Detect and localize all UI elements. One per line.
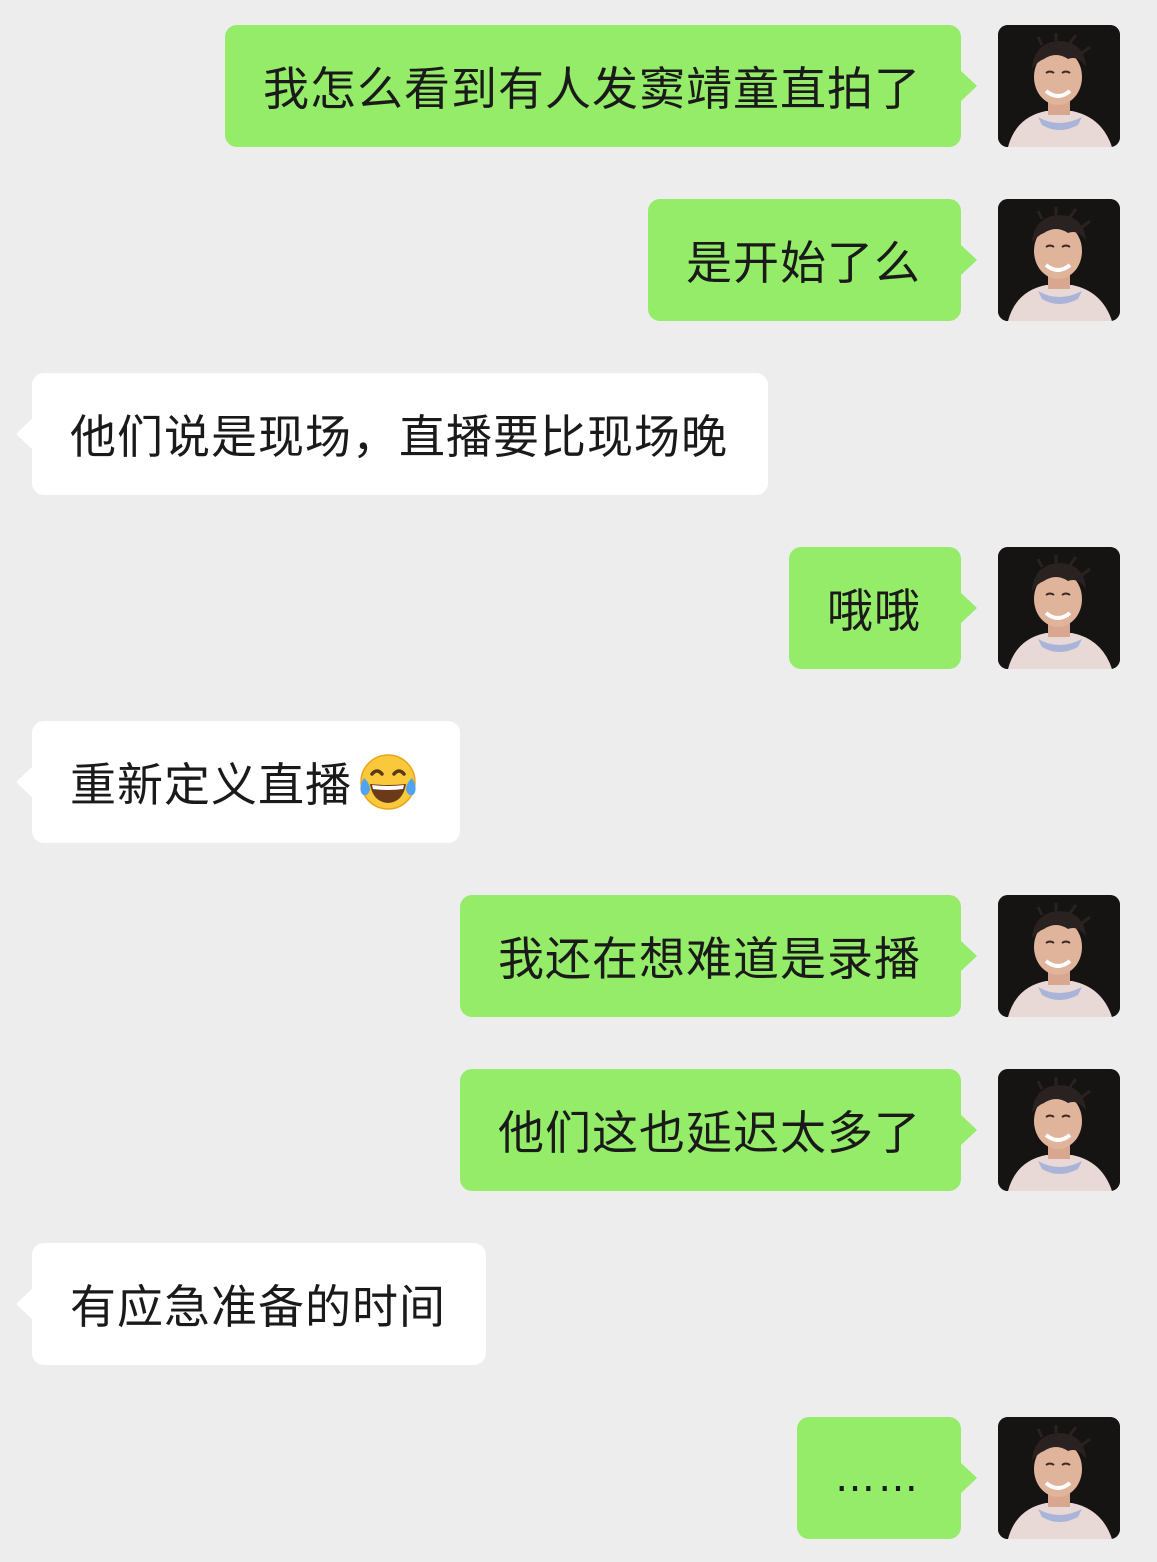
message-text: 有应急准备的时间 — [70, 1280, 446, 1334]
message-text: 是开始了么 — [686, 236, 921, 290]
outgoing-message-bubble[interactable]: 哦哦 — [789, 547, 977, 669]
message-text: …… — [835, 1455, 921, 1501]
avatar[interactable] — [998, 895, 1120, 1017]
outgoing-message-bubble[interactable]: 我还在想难道是录播 — [460, 895, 977, 1017]
outgoing-message-bubble[interactable]: 他们这也延迟太多了 — [460, 1069, 977, 1191]
incoming-message-bubble[interactable]: 重新定义直播 — [16, 721, 460, 843]
tears-of-joy-emoji-icon — [356, 750, 420, 814]
avatar[interactable] — [998, 547, 1120, 669]
message-text: 他们这也延迟太多了 — [498, 1106, 921, 1160]
outgoing-message-bubble[interactable]: 是开始了么 — [648, 199, 977, 321]
avatar[interactable] — [998, 199, 1120, 321]
message-text: 哦哦 — [827, 584, 921, 638]
incoming-message-bubble[interactable]: 有应急准备的时间 — [16, 1243, 486, 1365]
avatar[interactable] — [998, 1069, 1120, 1191]
avatar[interactable] — [998, 1417, 1120, 1539]
avatar[interactable] — [998, 25, 1120, 147]
incoming-message-bubble[interactable]: 他们说是现场，直播要比现场晚 — [16, 373, 768, 495]
message-text: 我还在想难道是录播 — [498, 932, 921, 986]
message-text: 重新定义直播 — [70, 758, 352, 812]
message-text: 我怎么看到有人发窦靖童直拍了 — [263, 62, 921, 116]
chat-conversation: 我怎么看到有人发窦靖童直拍了 是开始了么 他们说是现场，直播要比现场晚 哦哦 重… — [0, 0, 1157, 1562]
message-text: 他们说是现场，直播要比现场晚 — [70, 410, 728, 464]
outgoing-message-bubble[interactable]: 我怎么看到有人发窦靖童直拍了 — [225, 25, 977, 147]
outgoing-message-bubble[interactable]: …… — [797, 1417, 977, 1539]
